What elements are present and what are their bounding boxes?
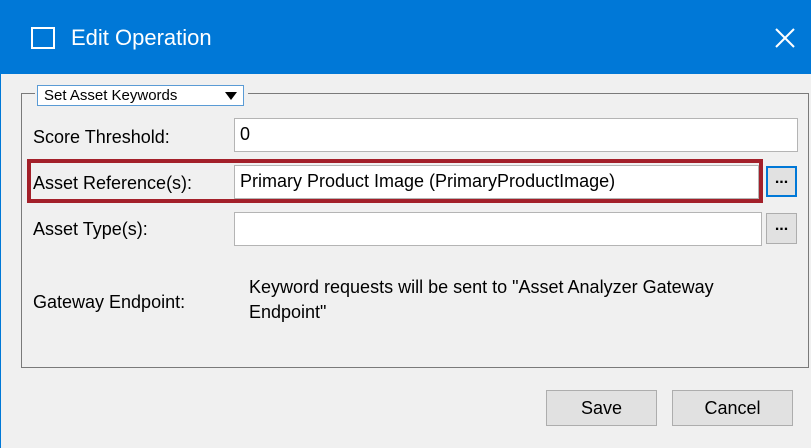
asset-reference-browse-button[interactable]: ... (766, 166, 797, 197)
operation-group-header: Set Asset Keywords (35, 83, 248, 107)
operation-type-dropdown[interactable]: Set Asset Keywords (37, 85, 244, 106)
operation-type-value: Set Asset Keywords (44, 87, 178, 104)
gateway-endpoint-info: Keyword requests will be sent to "Asset … (249, 277, 714, 322)
title-bar[interactable]: Edit Operation (1, 0, 811, 74)
highlight-annotation (27, 159, 763, 203)
score-threshold-input[interactable]: 0 (234, 118, 798, 152)
close-button[interactable] (765, 18, 805, 58)
asset-type-label: Asset Type(s): (33, 219, 148, 239)
asset-type-input[interactable] (234, 212, 762, 246)
window-icon (31, 27, 55, 49)
cancel-button[interactable]: Cancel (672, 390, 793, 426)
edit-operation-dialog: Edit Operation Set Asset Keywords Score … (0, 0, 811, 448)
chevron-down-icon (225, 92, 237, 100)
save-button[interactable]: Save (546, 390, 657, 426)
close-icon (775, 28, 795, 48)
gateway-endpoint-label: Gateway Endpoint: (33, 292, 186, 312)
score-threshold-label: Score Threshold: (33, 127, 170, 147)
window-title: Edit Operation (71, 25, 212, 50)
asset-type-browse-button[interactable]: ... (766, 213, 797, 244)
